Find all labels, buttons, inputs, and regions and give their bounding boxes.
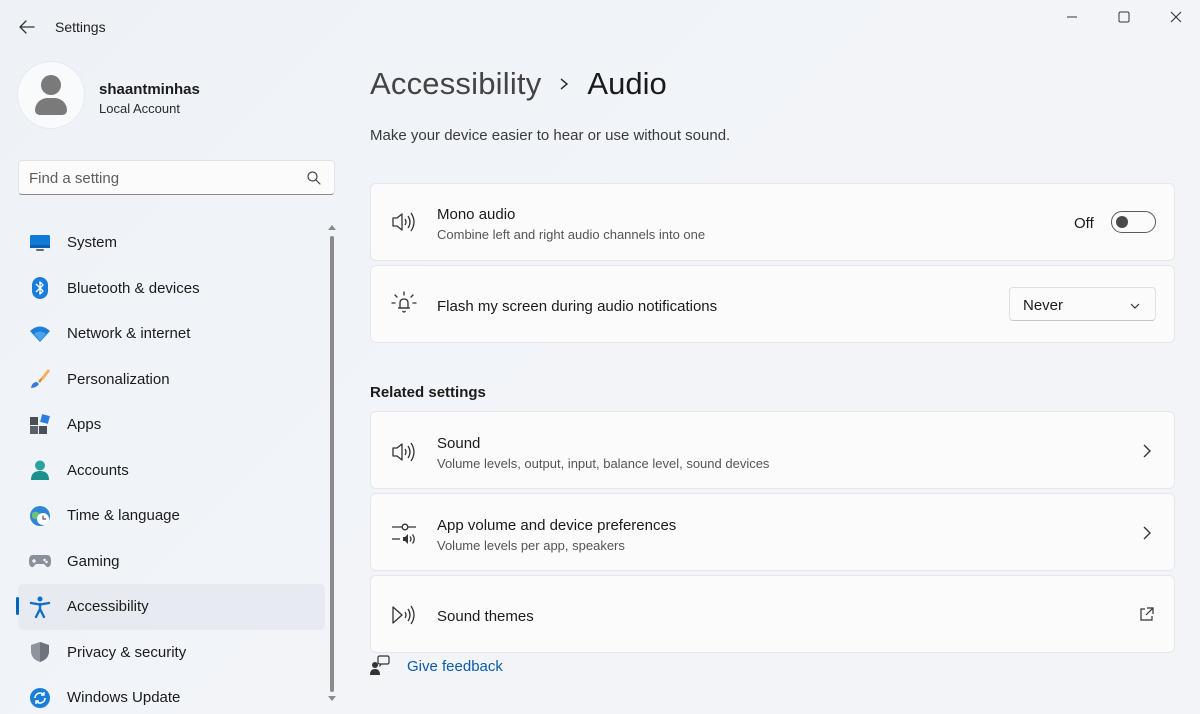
sidebar-item-bluetooth[interactable]: Bluetooth & devices (18, 266, 325, 312)
search-input[interactable] (29, 167, 299, 189)
maximize-icon (1118, 11, 1130, 23)
app-volume-title: App volume and device preferences (437, 517, 676, 534)
mono-audio-state: Off (1074, 215, 1094, 232)
speaker-icon (391, 439, 417, 465)
page-subtitle: Make your device easier to hear or use w… (370, 127, 730, 144)
sidebar-item-label: Bluetooth & devices (67, 280, 200, 297)
mono-audio-description: Combine left and right audio channels in… (437, 227, 705, 242)
flash-screen-title: Flash my screen during audio notificatio… (437, 298, 717, 315)
accounts-icon (28, 458, 52, 482)
sidebar-item-accessibility[interactable]: Accessibility (18, 584, 325, 630)
give-feedback-link[interactable]: Give feedback (407, 658, 503, 675)
breadcrumb: Accessibility Audio (370, 64, 667, 104)
page-title: Audio (587, 66, 666, 102)
search-box[interactable] (18, 160, 335, 195)
sidebar-item-system[interactable]: System (18, 220, 325, 266)
chevron-right-icon (559, 77, 569, 91)
scroll-down-icon[interactable] (327, 694, 337, 704)
accessibility-icon (28, 595, 52, 619)
give-feedback[interactable]: Give feedback (370, 655, 570, 679)
sidebar-item-label: Accessibility (67, 598, 149, 615)
app-volume-card[interactable]: App volume and device preferences Volume… (370, 493, 1175, 571)
system-icon (28, 231, 52, 255)
flash-screen-dropdown[interactable]: Never (1009, 287, 1156, 321)
bluetooth-icon (28, 276, 52, 300)
external-link-icon (1139, 607, 1154, 622)
minimize-icon (1066, 11, 1078, 23)
mono-audio-card: Mono audio Combine left and right audio … (370, 183, 1175, 261)
scroll-up-icon[interactable] (327, 222, 337, 232)
profile-name: shaantminhas (99, 81, 200, 98)
sound-card[interactable]: Sound Volume levels, output, input, bala… (370, 411, 1175, 489)
speaker-icon (391, 209, 417, 235)
breadcrumb-parent[interactable]: Accessibility (370, 66, 541, 102)
minimize-button[interactable] (1054, 6, 1090, 28)
avatar-head (41, 75, 61, 95)
sidebar-item-label: Network & internet (67, 325, 190, 342)
title-bar: Settings (0, 0, 1200, 52)
app-title: Settings (55, 19, 106, 35)
sidebar-item-time-language[interactable]: Time & language (18, 493, 325, 539)
chevron-right-icon (1140, 526, 1154, 540)
sidebar-item-label: System (67, 234, 117, 251)
mono-audio-title: Mono audio (437, 206, 515, 223)
chevron-down-icon (1129, 300, 1141, 312)
maximize-button[interactable] (1106, 6, 1142, 28)
sound-themes-icon (391, 602, 417, 628)
sound-title: Sound (437, 435, 480, 452)
sidebar-item-label: Time & language (67, 507, 180, 524)
sound-themes-title: Sound themes (437, 608, 534, 625)
apps-icon (28, 413, 52, 437)
app-volume-description: Volume levels per app, speakers (437, 538, 625, 553)
sound-description: Volume levels, output, input, balance le… (437, 456, 769, 471)
globe-clock-icon (28, 504, 52, 528)
sidebar-item-privacy-security[interactable]: Privacy & security (18, 630, 325, 676)
brush-icon (28, 367, 52, 391)
update-icon (28, 686, 52, 710)
sidebar-item-label: Accounts (67, 462, 129, 479)
sidebar-item-windows-update[interactable]: Windows Update (18, 675, 325, 714)
sidebar-item-label: Windows Update (67, 689, 180, 706)
avatar-body (35, 98, 67, 115)
mono-audio-toggle[interactable] (1111, 211, 1156, 233)
wifi-icon (28, 322, 52, 346)
sound-themes-card[interactable]: Sound themes (370, 575, 1175, 653)
feedback-icon (370, 655, 390, 677)
sidebar-item-network[interactable]: Network & internet (18, 311, 325, 357)
close-button[interactable] (1158, 6, 1194, 28)
sidebar-item-label: Personalization (67, 371, 170, 388)
toggle-knob (1116, 216, 1128, 228)
sidebar-item-apps[interactable]: Apps (18, 402, 325, 448)
chevron-right-icon (1140, 444, 1154, 458)
gamepad-icon (28, 549, 52, 573)
search-icon[interactable] (306, 170, 322, 186)
sidebar-item-label: Privacy & security (67, 644, 186, 661)
back-button[interactable] (16, 16, 38, 38)
sidebar-item-gaming[interactable]: Gaming (18, 539, 325, 585)
back-arrow-icon (19, 20, 35, 34)
sidebar-item-label: Apps (67, 416, 101, 433)
scroll-thumb[interactable] (330, 236, 334, 692)
sidebar-scrollbar[interactable] (327, 222, 337, 706)
profile-account-type: Local Account (99, 101, 180, 116)
app-volume-icon (391, 521, 417, 547)
sidebar-nav: System Bluetooth & devices Network & int… (18, 220, 325, 714)
shield-icon (28, 640, 52, 664)
sidebar-item-personalization[interactable]: Personalization (18, 357, 325, 403)
flash-bell-icon (391, 291, 417, 317)
sidebar-item-label: Gaming (67, 553, 120, 570)
avatar (18, 62, 84, 128)
user-profile[interactable]: shaantminhas Local Account (18, 62, 338, 132)
active-indicator (16, 597, 19, 615)
dropdown-value: Never (1023, 297, 1063, 314)
related-settings-heading: Related settings (370, 384, 486, 401)
sidebar-item-accounts[interactable]: Accounts (18, 448, 325, 494)
close-icon (1170, 11, 1182, 23)
flash-screen-card: Flash my screen during audio notificatio… (370, 265, 1175, 343)
